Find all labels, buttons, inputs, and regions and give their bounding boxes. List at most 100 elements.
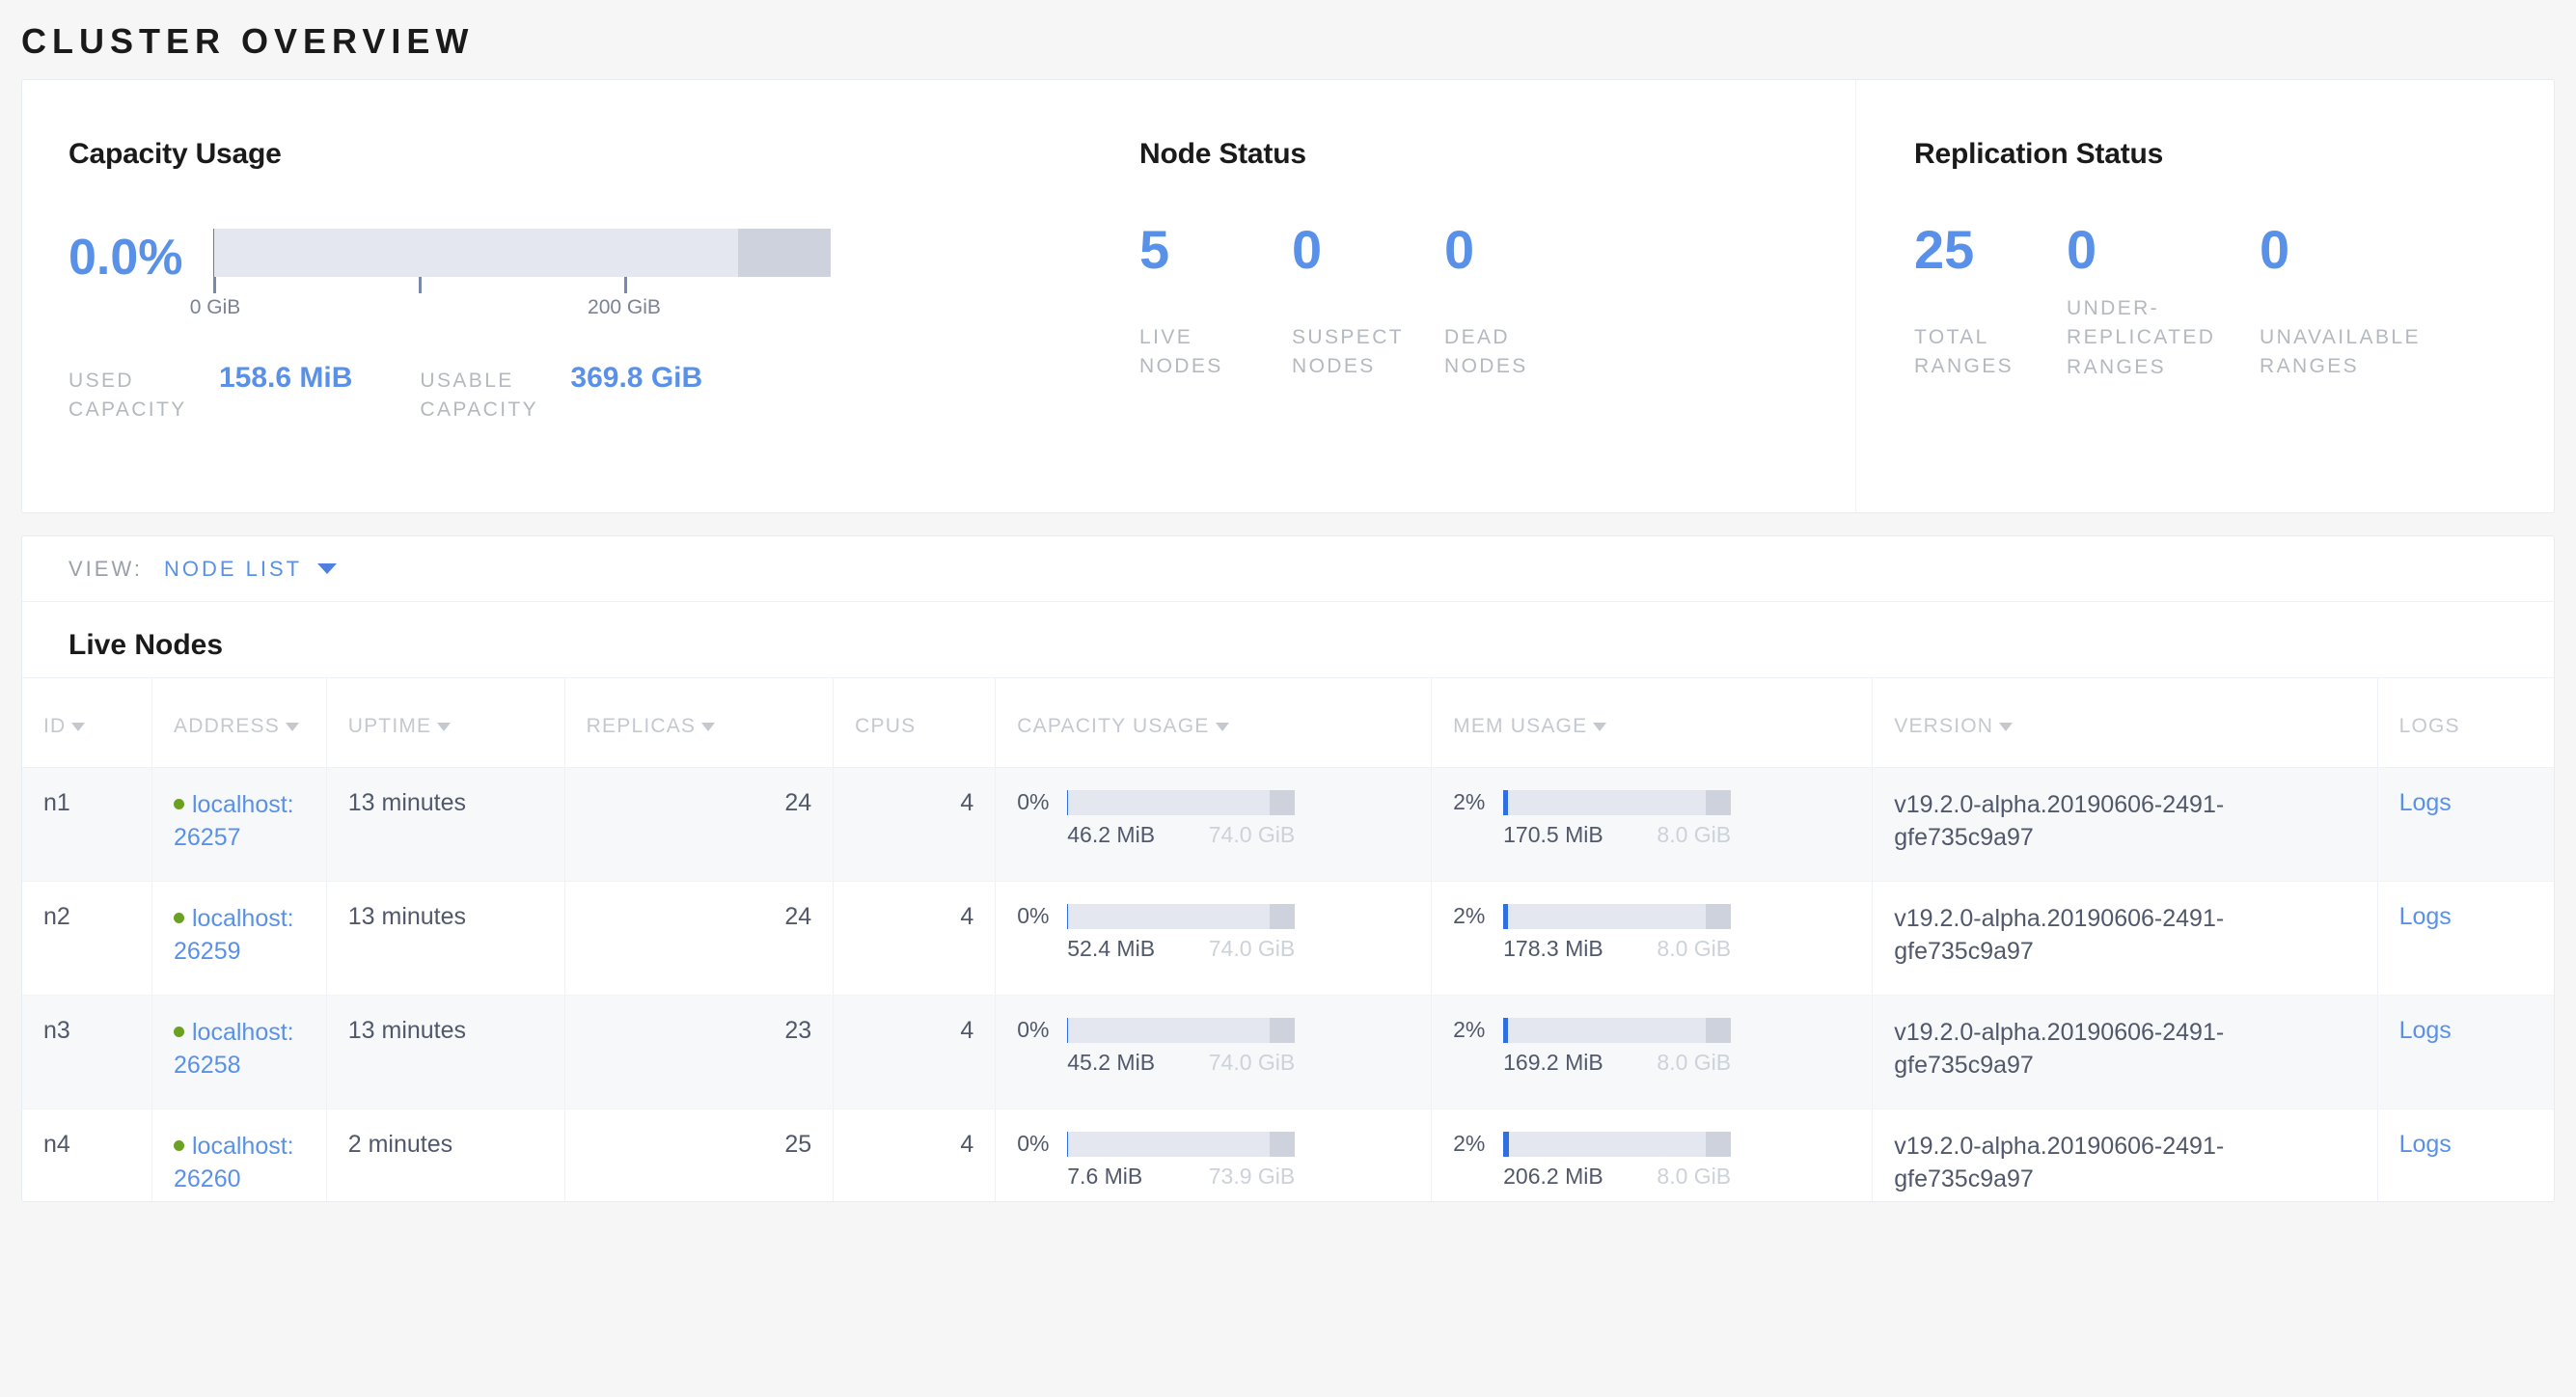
capacity-meter: 0% 46.2 MiB 74.0 GiB: [1017, 789, 1410, 848]
cell-address: localhost:26260: [151, 1109, 327, 1201]
sort-caret-icon[interactable]: [1593, 722, 1607, 731]
node-address-link[interactable]: localhost:26259: [174, 905, 294, 965]
axis-tick: [419, 277, 422, 293]
logs-link[interactable]: Logs: [2399, 1017, 2452, 1044]
cell-address: localhost:26258: [151, 995, 327, 1109]
replication-status-title: Replication Status: [1914, 138, 2164, 170]
cell-mem-usage: 2% 206.2 MiB 8.0 GiB: [1431, 1109, 1874, 1201]
cell-logs: Logs: [2377, 995, 2554, 1109]
cell-logs: Logs: [2377, 767, 2554, 882]
table-row: n3 localhost:26258 13 minutes 23 4 0% 45.2 MiB…: [22, 995, 2554, 1109]
mem-total: 8.0 GiB: [1657, 1050, 1732, 1075]
cell-node-id: n1: [22, 767, 152, 882]
cell-cpus: 4: [833, 767, 997, 882]
sort-caret-icon[interactable]: [437, 722, 452, 731]
axis-tick: [624, 277, 627, 293]
chevron-down-icon[interactable]: [317, 563, 338, 574]
sort-caret-icon[interactable]: [285, 722, 299, 731]
node-status-dot-icon: [174, 913, 184, 923]
column-header-replicas[interactable]: REPLICAS: [564, 677, 835, 768]
capacity-meter: 0% 45.2 MiB 74.0 GiB: [1017, 1017, 1410, 1076]
mem-bar-track: [1503, 1017, 1732, 1043]
mem-meter-top: 2%: [1453, 903, 1850, 929]
capacity-meter-labels: 52.4 MiB 74.0 GiB: [1017, 936, 1295, 962]
cell-replicas: 23: [564, 995, 835, 1109]
node-status-dot-icon: [174, 799, 184, 809]
mem-meter-top: 2%: [1453, 1017, 1850, 1043]
uptime-text: 13 minutes: [347, 789, 467, 816]
capacity-bar-unusable: [1270, 789, 1296, 815]
mem-used: 170.5 MiB: [1503, 822, 1603, 847]
dead-nodes-value: 0: [1444, 219, 1475, 280]
sort-caret-icon[interactable]: [701, 722, 716, 731]
cell-mem-usage: 2% 178.3 MiB 8.0 GiB: [1431, 881, 1874, 996]
capacity-total: 74.0 GiB: [1208, 822, 1296, 847]
dead-nodes-metric: 0 DEAD NODES: [1444, 223, 1597, 382]
cell-cpus: 4: [833, 995, 997, 1109]
capacity-used: 45.2 MiB: [1067, 1050, 1156, 1075]
column-header-cpus: CPUS: [833, 677, 997, 768]
cell-version: v19.2.0-alpha.20190606-2491-gfe735c9a97: [1872, 995, 2378, 1109]
mem-meter-labels: 169.2 MiB 8.0 GiB: [1453, 1050, 1731, 1076]
cell-mem-usage: 2% 170.5 MiB 8.0 GiB: [1431, 767, 1874, 882]
mem-used: 178.3 MiB: [1503, 936, 1603, 961]
mem-total: 8.0 GiB: [1657, 936, 1732, 961]
capacity-bar-track: [1067, 789, 1296, 815]
node-status-dot-icon: [174, 1140, 184, 1151]
total-ranges-value: 25: [1914, 219, 1975, 280]
node-address-link[interactable]: localhost:26260: [174, 1133, 294, 1192]
column-label: ADDRESS: [174, 715, 280, 737]
column-header-capacity-usage[interactable]: CAPACITY USAGE: [995, 677, 1433, 768]
column-header-version[interactable]: VERSION: [1872, 677, 2378, 768]
capacity-bar-unusable: [738, 229, 831, 277]
capacity-meter-labels: 46.2 MiB 74.0 GiB: [1017, 822, 1295, 848]
capacity-bar-track: [1067, 1131, 1296, 1157]
column-header-uptime[interactable]: UPTIME: [326, 677, 565, 768]
replication-status-metrics: 25 TOTAL RANGES 0 UNDER-REPLICATED RANGE…: [1914, 223, 2531, 411]
cell-capacity-usage: 0% 52.4 MiB 74.0 GiB: [995, 881, 1433, 996]
cell-uptime: 2 minutes: [326, 1109, 565, 1201]
table-header-row: ID ADDRESS UPTIME REPLICAS CPUS CAPACITY…: [22, 677, 2554, 768]
cell-capacity-usage: 0% 45.2 MiB 74.0 GiB: [995, 995, 1433, 1109]
capacity-usage-section: Capacity Usage 0.0% 0 GiB 200 GiB USED C…: [22, 80, 1093, 512]
logs-link[interactable]: Logs: [2399, 1131, 2452, 1158]
mem-bar-fill: [1503, 789, 1509, 815]
cpus-count: 4: [960, 1131, 974, 1158]
column-header-id[interactable]: ID: [22, 677, 152, 768]
page-title: CLUSTER OVERVIEW: [21, 21, 475, 61]
capacity-bar-track: [213, 229, 831, 277]
sort-caret-icon[interactable]: [71, 722, 86, 731]
mem-meter-labels: 170.5 MiB 8.0 GiB: [1453, 822, 1731, 848]
node-id-text: n4: [43, 1131, 70, 1158]
logs-link[interactable]: Logs: [2399, 903, 2452, 930]
node-id-text: n1: [43, 789, 70, 816]
capacity-gauge-row: 0.0% 0 GiB 200 GiB: [69, 223, 1093, 329]
version-text: v19.2.0-alpha.20190606-2491-gfe735c9a97: [1894, 1019, 2225, 1079]
node-address-link[interactable]: localhost:26257: [174, 791, 294, 851]
axis-tick-label-0: 0 GiB: [189, 296, 241, 318]
cell-address: localhost:26257: [151, 767, 327, 882]
column-header-mem-usage[interactable]: MEM USAGE: [1431, 677, 1874, 768]
version-text: v19.2.0-alpha.20190606-2491-gfe735c9a97: [1894, 1133, 2225, 1192]
capacity-meter-top: 0%: [1017, 789, 1410, 815]
cell-uptime: 13 minutes: [326, 881, 565, 996]
capacity-percent: 0%: [1017, 1131, 1050, 1156]
logs-link[interactable]: Logs: [2399, 789, 2452, 816]
sort-caret-icon[interactable]: [1999, 722, 2014, 731]
mem-meter: 2% 178.3 MiB 8.0 GiB: [1453, 903, 1850, 962]
capacity-stats-row: USED CAPACITY 158.6 MiB USABLE CAPACITY …: [69, 362, 1093, 425]
nodes-table: ID ADDRESS UPTIME REPLICAS CPUS CAPACITY…: [22, 677, 2554, 1201]
view-select-value[interactable]: NODE LIST: [164, 557, 302, 582]
capacity-percent: 0%: [1017, 903, 1050, 928]
node-status-dot-icon: [174, 1027, 184, 1037]
cell-address: localhost:26259: [151, 881, 327, 996]
column-header-address[interactable]: ADDRESS: [151, 677, 327, 768]
sort-caret-icon[interactable]: [1215, 722, 1229, 731]
node-address-link[interactable]: localhost:26258: [174, 1019, 294, 1079]
cell-version: v19.2.0-alpha.20190606-2491-gfe735c9a97: [1872, 767, 2378, 882]
mem-bar-fill: [1503, 903, 1509, 929]
column-label: REPLICAS: [586, 715, 697, 737]
capacity-used: 7.6 MiB: [1067, 1164, 1143, 1189]
axis-tick: [213, 277, 216, 293]
cell-replicas: 25: [564, 1109, 835, 1201]
